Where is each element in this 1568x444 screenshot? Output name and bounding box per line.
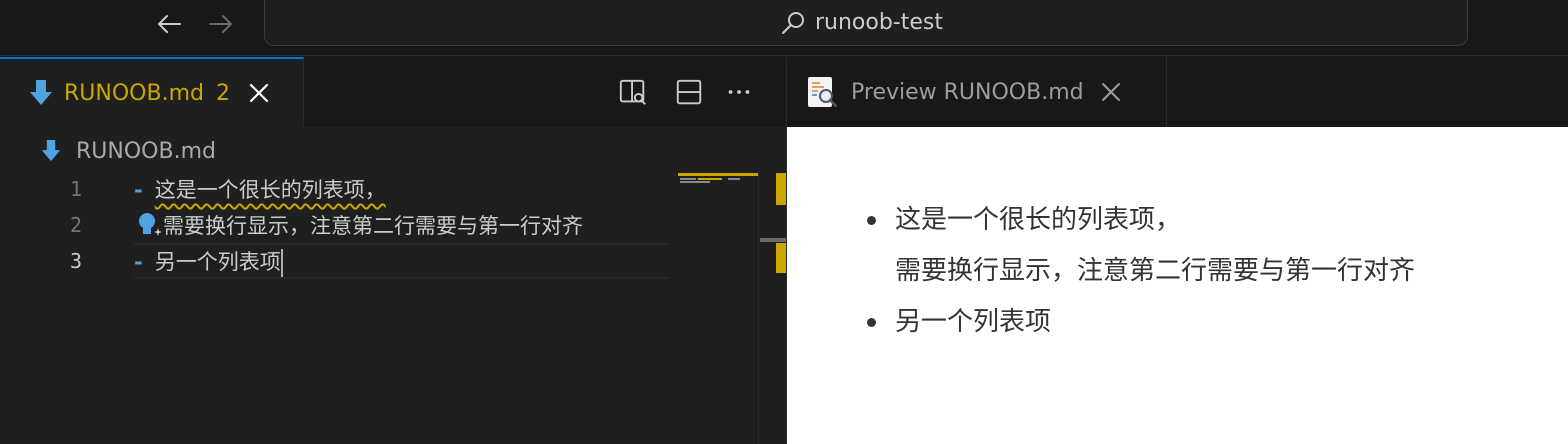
go-forward-button[interactable] (204, 8, 238, 40)
code-line[interactable]: 1 - 这是一个很长的列表项， (0, 171, 670, 207)
tab-preview-runoob-md[interactable]: Preview RUNOOB.md (787, 57, 1167, 127)
close-icon[interactable] (248, 82, 270, 104)
vertical-scrollbar[interactable] (758, 171, 786, 444)
line-text: 需要换行显示，注意第二行需要与第一行对齐 (163, 214, 583, 238)
preview-file-icon (808, 77, 838, 108)
list-item-line: 需要换行显示，注意第二行需要与第一行对齐 (895, 256, 1416, 286)
list-item-line: 这是一个很长的列表项， (895, 205, 1182, 235)
bullet (867, 216, 876, 225)
list-item-line: 另一个列表项 (895, 307, 1052, 337)
text-cursor (280, 248, 283, 277)
editor-group-left: RUNOOB.md 2 RUNOOB.md 1 - 这是一个很长的列表项， 2 需… (0, 57, 786, 444)
line-number: 2 (69, 213, 82, 237)
minimap[interactable] (676, 171, 758, 444)
breadcrumb[interactable]: RUNOOB.md (40, 135, 216, 167)
scrollbar-thumb[interactable] (760, 238, 786, 242)
open-preview-to-side-button[interactable] (616, 75, 650, 109)
tab-runoob-md[interactable]: RUNOOB.md 2 (0, 57, 304, 127)
split-preview-icon (619, 79, 646, 105)
title-bar: runoob-test (0, 0, 1568, 56)
arrow-right-icon (209, 15, 233, 33)
more-actions-button[interactable] (722, 75, 756, 109)
code-line-current[interactable]: 3 - 另一个列表项 (0, 243, 670, 279)
markdown-file-icon (30, 80, 52, 105)
close-icon[interactable] (1100, 81, 1122, 103)
line-text: 另一个列表项 (154, 249, 281, 274)
arrow-left-icon (157, 15, 181, 33)
problem-count-badge: 2 (215, 80, 230, 106)
editor-tab-bar: RUNOOB.md 2 (0, 57, 786, 127)
preview-tab-bar: Preview RUNOOB.md (787, 57, 1568, 127)
code-line[interactable]: 2 需要换行显示，注意第二行需要与第一行对齐 (0, 207, 670, 243)
preview-list: 这是一个很长的列表项， 需要换行显示，注意第二行需要与第一行对齐 另一个列表项 (867, 195, 1416, 348)
line-content: - 这是一个很长的列表项， (134, 178, 386, 202)
list-item: 另一个列表项 (867, 297, 1415, 348)
go-back-button[interactable] (152, 8, 186, 40)
split-editor-button[interactable] (672, 75, 706, 109)
warning-marker (776, 243, 786, 273)
line-content: 需要换行显示，注意第二行需要与第一行对齐 (163, 210, 583, 240)
split-editor-icon (676, 79, 702, 105)
line-content: - 另一个列表项 (134, 246, 283, 277)
tab-label: Preview RUNOOB.md (851, 79, 1084, 105)
line-number: 3 (69, 249, 82, 273)
line-text: 这是一个很长的列表项， (154, 178, 386, 202)
command-center-search[interactable]: runoob-test (264, 0, 1468, 46)
breadcrumb-file: RUNOOB.md (76, 138, 216, 164)
list-item: 这是一个很长的列表项， 需要换行显示，注意第二行需要与第一行对齐 (867, 195, 1416, 297)
markdown-preview: 这是一个很长的列表项， 需要换行显示，注意第二行需要与第一行对齐 另一个列表项 (787, 127, 1568, 444)
lightbulb-sparkle-icon[interactable] (134, 210, 164, 240)
ellipsis-icon (728, 90, 750, 94)
markdown-file-icon (41, 140, 61, 162)
warning-marker (776, 173, 786, 205)
search-icon (781, 11, 804, 34)
workspace-name: runoob-test (814, 10, 943, 35)
bullet (867, 318, 876, 327)
tab-label: RUNOOB.md (64, 80, 204, 106)
line-number: 1 (69, 177, 82, 201)
